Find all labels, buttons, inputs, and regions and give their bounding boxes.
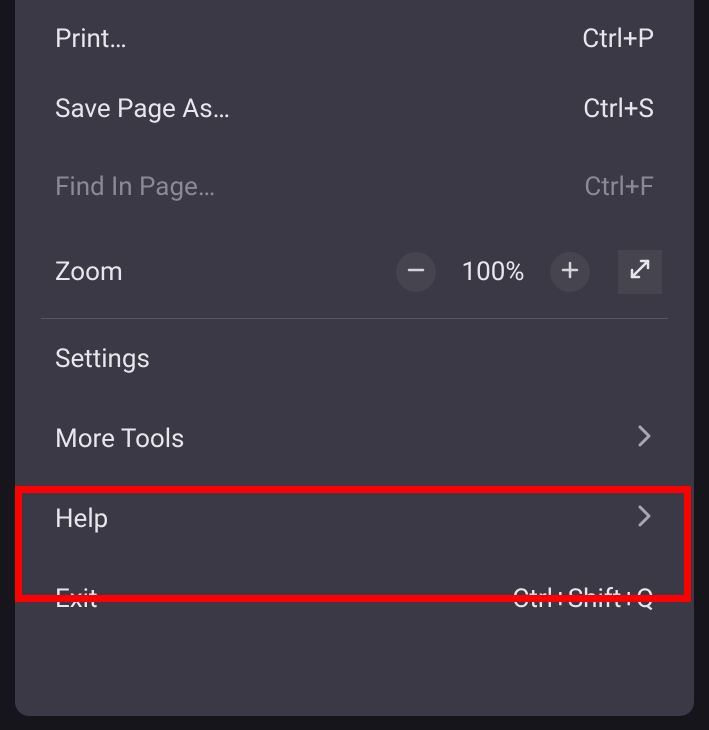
menu-label: Save Page As… <box>55 94 230 124</box>
menu-label: Help <box>55 504 108 534</box>
zoom-row: Zoom 100% <box>15 226 694 318</box>
menu-shortcut: Ctrl+P <box>582 24 654 54</box>
menu-item-save-page-as[interactable]: Save Page As… Ctrl+S <box>15 70 694 148</box>
zoom-value: 100% <box>458 257 528 287</box>
menu-item-print[interactable]: Print… Ctrl+P <box>15 0 694 70</box>
menu-shortcut: Ctrl+S <box>583 94 654 124</box>
menu-item-settings[interactable]: Settings <box>15 319 694 399</box>
zoom-controls: 100% <box>396 250 662 294</box>
fullscreen-icon <box>627 256 653 289</box>
menu-shortcut: Ctrl+F <box>584 172 654 202</box>
menu-label: More Tools <box>55 424 184 454</box>
menu-label: Exit <box>55 584 98 614</box>
fullscreen-button[interactable] <box>618 250 662 294</box>
menu-item-find-in-page: Find In Page… Ctrl+F <box>15 148 694 226</box>
chevron-right-icon <box>636 502 654 537</box>
chevron-right-icon <box>636 422 654 457</box>
menu-item-exit[interactable]: Exit Ctrl+Shift+Q <box>15 559 694 639</box>
menu-item-help[interactable]: Help <box>15 479 694 559</box>
zoom-label: Zoom <box>55 257 123 287</box>
menu-label: Settings <box>55 344 150 374</box>
menu-label: Find In Page… <box>55 172 215 202</box>
zoom-in-button[interactable] <box>550 252 590 292</box>
menu-item-more-tools[interactable]: More Tools <box>15 399 694 479</box>
application-menu: Print… Ctrl+P Save Page As… Ctrl+S Find … <box>15 0 694 716</box>
plus-icon <box>560 257 580 287</box>
minus-icon <box>406 257 426 287</box>
menu-shortcut: Ctrl+Shift+Q <box>512 584 654 614</box>
zoom-out-button[interactable] <box>396 252 436 292</box>
menu-label: Print… <box>55 24 127 54</box>
